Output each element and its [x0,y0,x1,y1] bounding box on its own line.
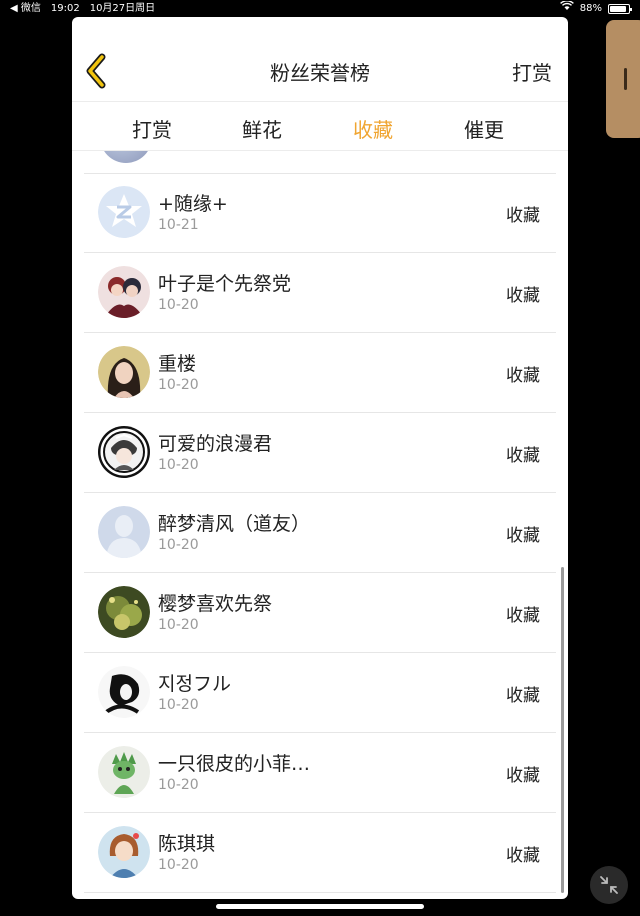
portrait-avatar[interactable] [98,346,150,398]
sketch-avatar[interactable] [98,666,150,718]
list-item[interactable]: 醉梦清风（道友） 10-20 收藏 [84,493,556,573]
header: 粉丝荣誉榜 打赏 [72,17,568,101]
back-to-app-link[interactable]: ◀ 微信 [10,0,41,18]
tab-favorites[interactable]: 收藏 [353,114,393,143]
anime-pair-avatar[interactable] [98,266,150,318]
fan-date: 10-20 [158,777,199,793]
home-indicator[interactable] [216,904,424,909]
fan-action: 收藏 [506,286,540,306]
scrollbar[interactable] [561,567,564,893]
fan-date: 10-20 [158,617,199,633]
collapse-arrows-icon [600,876,618,894]
tab-urge-update[interactable]: 催更 [464,114,504,143]
fan-date: 10-20 [158,537,199,553]
fan-date: 10-20 [158,457,199,473]
fan-name: 醉梦清风（道友） [158,513,311,535]
fan-action: 收藏 [506,526,540,546]
battery-percent: 88% [579,3,602,14]
list-item[interactable] [84,151,556,174]
fan-honor-sheet: 粉丝荣誉榜 打赏 打赏 鲜花 收藏 催更 +随缘+ 10-21 收藏 叶子是个先… [72,17,568,899]
side-drawer-handle[interactable] [606,20,640,138]
girl-avatar[interactable] [98,826,150,878]
qq-logo-avatar[interactable] [98,186,150,238]
fan-date: 10-21 [158,217,199,233]
tip-button[interactable]: 打赏 [512,57,552,86]
fan-action: 收藏 [506,846,540,866]
tab-flowers[interactable]: 鲜花 [242,114,282,143]
wifi-icon [559,0,574,18]
fan-name: +随缘+ [158,193,228,215]
fan-name: 一只很皮的小菲… [158,753,311,775]
tab-bar: 打赏 鲜花 收藏 催更 [72,101,568,151]
maid-avatar[interactable] [98,426,150,478]
fan-date: 10-20 [158,377,199,393]
tab-tip[interactable]: 打赏 [132,114,172,143]
fan-action: 收藏 [506,366,540,386]
fan-action: 收藏 [506,446,540,466]
list-item[interactable]: 重楼 10-20 收藏 [84,333,556,413]
default-user-avatar[interactable] [98,506,150,558]
fan-date: 10-20 [158,297,199,313]
fan-list[interactable]: +随缘+ 10-21 收藏 叶子是个先祭党 10-20 收藏 重楼 10-20 … [72,151,568,899]
list-item[interactable]: 陈琪琪 10-20 收藏 [84,813,556,893]
collapse-button[interactable] [590,866,628,904]
fan-date: 10-20 [158,697,199,713]
list-item[interactable]: 一只很皮的小菲… 10-20 收藏 [84,733,556,813]
fan-action: 收藏 [506,606,540,626]
status-date: 10月27日周日 [89,3,156,14]
page-title: 粉丝荣誉榜 [270,61,370,85]
fan-action: 收藏 [506,206,540,226]
fan-name: 可爱的浪漫君 [158,433,273,455]
battery-icon [608,4,632,14]
list-item[interactable]: 지정フル 10-20 收藏 [84,653,556,733]
fan-name: 樱梦喜欢先祭 [158,593,273,615]
green-dragon-avatar[interactable] [98,746,150,798]
fan-name: 지정フル [158,673,231,695]
forest-avatar[interactable] [98,586,150,638]
avatar [100,151,152,163]
status-time: 19:02 [50,3,80,14]
fan-name: 陈琪琪 [158,833,216,855]
list-item[interactable]: 叶子是个先祭党 10-20 收藏 [84,253,556,333]
status-bar: ◀ 微信 19:02 10月27日周日 88% [0,0,640,18]
handle-grip-icon [624,68,627,90]
list-item[interactable]: +随缘+ 10-21 收藏 [84,173,556,253]
fan-name: 重楼 [158,353,197,375]
fan-date: 10-20 [158,857,199,873]
fan-name: 叶子是个先祭党 [158,273,292,295]
fan-action: 收藏 [506,686,540,706]
list-item[interactable]: 可爱的浪漫君 10-20 收藏 [84,413,556,493]
list-item[interactable]: 樱梦喜欢先祭 10-20 收藏 [84,573,556,653]
fan-action: 收藏 [506,766,540,786]
